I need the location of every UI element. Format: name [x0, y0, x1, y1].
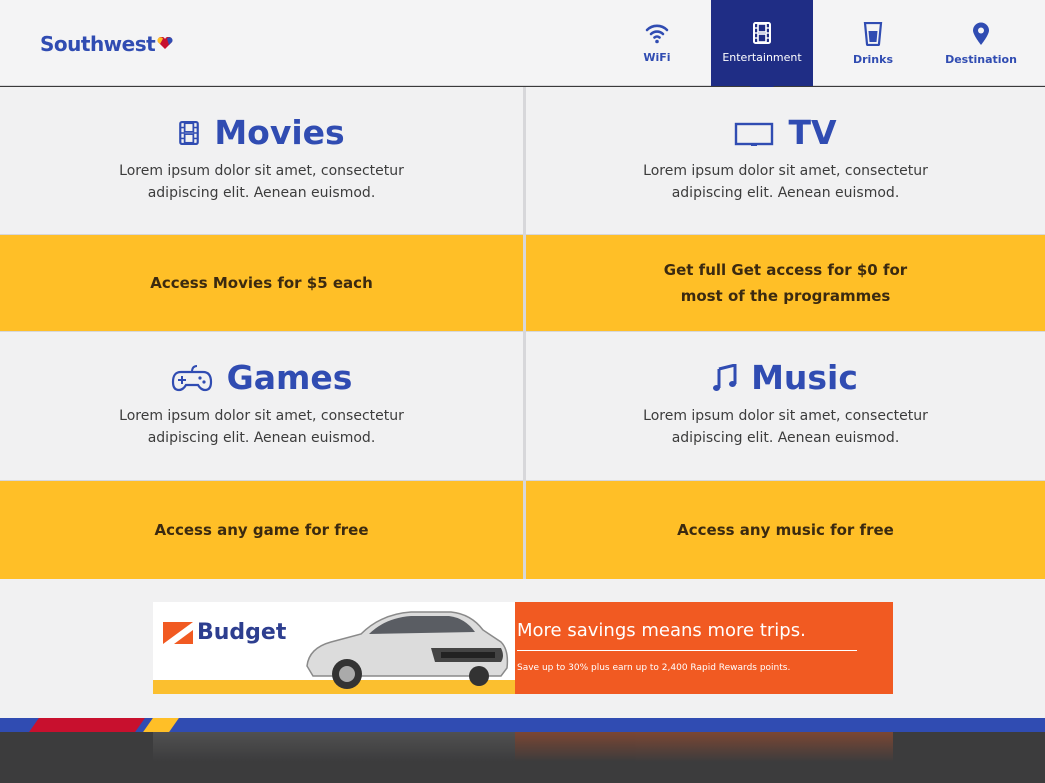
nav-label-drinks: Drinks: [852, 53, 894, 66]
ad-reflection-left: [153, 732, 515, 762]
film-icon: [179, 120, 200, 145]
car-image: [306, 611, 509, 689]
games-card: Games Lorem ipsum dolor sit amet, consec…: [0, 332, 523, 480]
games-access-button[interactable]: Access any game for free: [0, 481, 523, 579]
budget-logo-icon: [163, 621, 193, 644]
southwest-logo[interactable]: Southwest: [40, 30, 173, 58]
movies-card: Movies Lorem ipsum dolor sit amet, conse…: [0, 87, 523, 234]
header-bar: Southwest WiFi Entertainment Drinks Dest…: [0, 0, 1045, 98]
bottom-bar: [0, 732, 1045, 783]
nav-label-wifi: WiFi: [643, 51, 671, 64]
main-nav: WiFi Entertainment Drinks Destination: [603, 0, 1029, 98]
tv-icon: [735, 122, 774, 146]
movies-access-button[interactable]: Access Movies for $5 each: [0, 235, 523, 331]
map-pin-icon: [973, 22, 989, 45]
games-title: Games: [226, 358, 353, 397]
heart-icon: [157, 37, 173, 49]
ad-divider: [517, 650, 857, 651]
tv-description: Lorem ipsum dolor sit amet, consectetur …: [643, 163, 928, 201]
wifi-icon: [645, 24, 669, 44]
drink-icon: [863, 22, 883, 46]
nav-item-drinks[interactable]: Drinks: [813, 0, 933, 86]
music-note-icon: [713, 363, 737, 391]
logo-text: Southwest: [40, 32, 156, 56]
music-title: Music: [751, 358, 858, 397]
budget-logo: Budget: [163, 620, 286, 645]
budget-ad-banner[interactable]: Budget More savings means more trips. Sa…: [153, 602, 893, 694]
ad-image-area: Budget: [153, 602, 515, 694]
entertainment-grid: Movies Lorem ipsum dolor sit amet, conse…: [0, 87, 1045, 579]
movies-description: Lorem ipsum dolor sit amet, consectetur …: [119, 163, 404, 201]
gamepad-icon: [171, 364, 212, 391]
stripe-red-band: [29, 718, 145, 732]
nav-label-entertainment: Entertainment: [722, 51, 802, 64]
tv-access-button[interactable]: Get full Get access for $0 for most of t…: [526, 235, 1045, 331]
film-icon: [753, 22, 771, 44]
nav-item-wifi[interactable]: WiFi: [603, 0, 711, 86]
games-description: Lorem ipsum dolor sit amet, consectetur …: [119, 408, 404, 446]
ad-reflection: [153, 732, 893, 762]
brand-stripe: [0, 718, 1045, 732]
ad-headline: More savings means more trips.: [517, 620, 806, 641]
movies-title: Movies: [214, 113, 345, 152]
ad-subtext: Save up to 30% plus earn up to 2,400 Rap…: [517, 663, 791, 673]
music-access-button[interactable]: Access any music for free: [526, 481, 1045, 579]
music-description: Lorem ipsum dolor sit amet, consectetur …: [643, 408, 928, 446]
ad-brand-text: Budget: [197, 620, 287, 645]
tv-card: TV Lorem ipsum dolor sit amet, consectet…: [526, 87, 1045, 234]
nav-label-destination: Destination: [945, 53, 1017, 66]
music-card: Music Lorem ipsum dolor sit amet, consec…: [526, 332, 1045, 480]
nav-item-destination[interactable]: Destination: [933, 0, 1029, 86]
stripe-yellow-band: [143, 718, 179, 732]
nav-item-entertainment[interactable]: Entertainment: [711, 0, 813, 98]
tv-title: TV: [788, 113, 837, 152]
ad-section: Budget More savings means more trips. Sa…: [0, 579, 1045, 718]
